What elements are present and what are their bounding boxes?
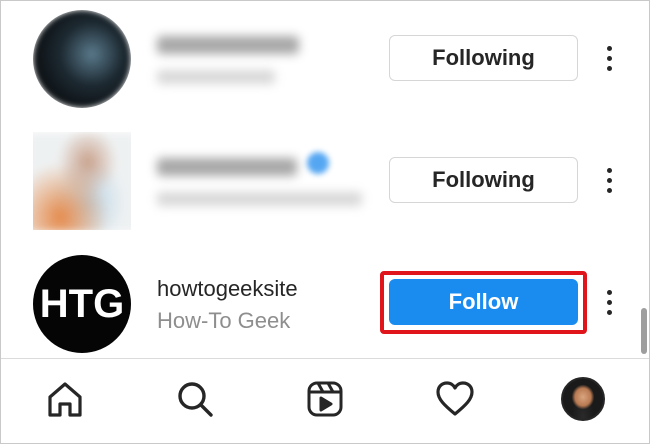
- bottom-tab-bar: [0, 358, 650, 445]
- list-item[interactable]: Following: [0, 0, 640, 122]
- blurred-username: [157, 36, 299, 54]
- blurred-username: [157, 158, 297, 176]
- more-options-icon[interactable]: [598, 282, 620, 322]
- blurred-full-name: [157, 70, 275, 84]
- search-icon[interactable]: [173, 377, 217, 421]
- heart-icon[interactable]: [433, 377, 477, 421]
- avatar[interactable]: HTG: [33, 255, 131, 353]
- avatar[interactable]: [33, 132, 131, 230]
- avatar-text: HTG: [39, 281, 125, 326]
- blurred-full-name: [157, 192, 362, 206]
- profile-avatar[interactable]: [561, 377, 605, 421]
- more-options-icon[interactable]: [598, 38, 620, 78]
- following-button[interactable]: Following: [389, 35, 578, 81]
- list-item[interactable]: Following: [0, 122, 640, 244]
- username[interactable]: howtogeeksite: [157, 276, 298, 302]
- more-options-icon[interactable]: [598, 160, 620, 200]
- home-icon[interactable]: [43, 377, 87, 421]
- highlight-box: [380, 271, 587, 334]
- reels-icon[interactable]: [303, 377, 347, 421]
- verified-badge-icon: [307, 152, 329, 174]
- following-button[interactable]: Following: [389, 157, 578, 203]
- avatar[interactable]: [33, 10, 131, 108]
- full-name: How-To Geek: [157, 308, 291, 333]
- scrollbar[interactable]: [641, 308, 647, 354]
